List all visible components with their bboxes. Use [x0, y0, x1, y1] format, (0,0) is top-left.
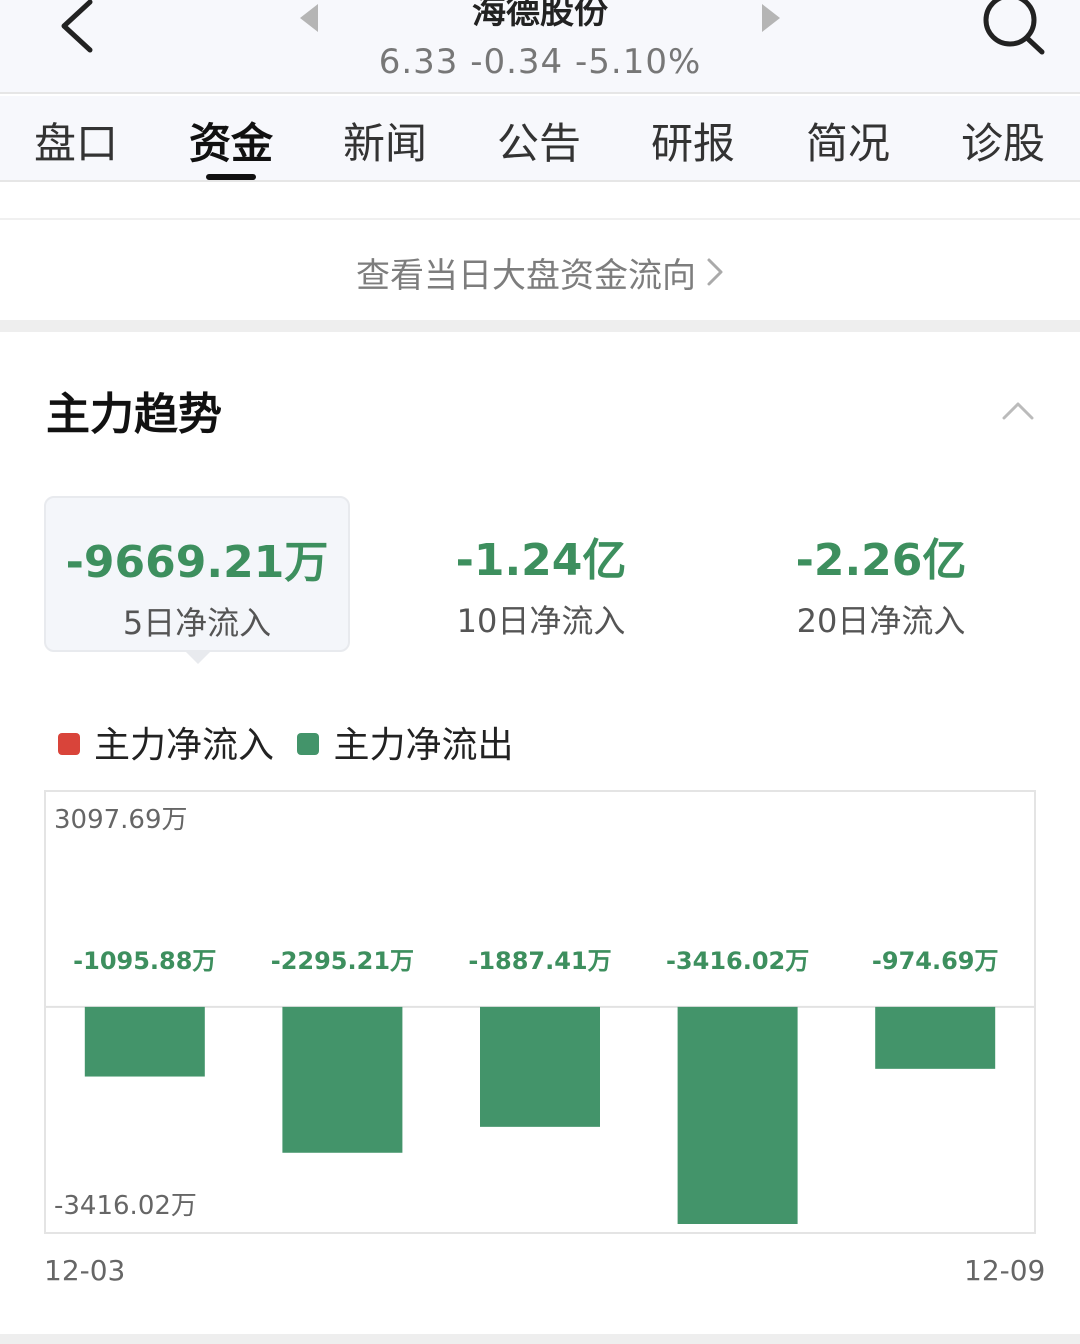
legend-outflow-swatch — [297, 733, 320, 755]
bar-value-label: -1095.88万 — [73, 947, 216, 975]
selected-metric-pointer — [184, 650, 212, 664]
tab-yanbao[interactable]: 研报 — [623, 110, 763, 171]
metric-5day[interactable]: -9669.21万 5日净流入 — [44, 496, 350, 652]
bar-value-label: -2295.21万 — [271, 947, 414, 975]
metric-5day-label: 5日净流入 — [122, 604, 272, 642]
y-axis-max-label: 3097.69万 — [54, 805, 188, 835]
bar-value-label: -1887.41万 — [468, 947, 611, 975]
bottom-divider — [0, 1334, 1080, 1344]
next-stock-arrow-icon[interactable] — [762, 4, 780, 32]
active-tab-indicator — [206, 174, 256, 180]
chevron-up-icon[interactable] — [1000, 394, 1036, 424]
metric-10day-label: 10日净流入 — [456, 602, 626, 640]
bar-value-label: -974.69万 — [872, 947, 999, 975]
metric-20day-label: 20日净流入 — [796, 602, 966, 640]
tab-zhengu[interactable]: 诊股 — [933, 110, 1073, 171]
main-force-chart: 3097.69万 -3416.02万 -1095.88万 -2295.21万 -1887… — [44, 790, 1036, 1234]
chart-bar — [677, 1006, 798, 1224]
section-title: 主力趋势 — [46, 389, 222, 440]
tab-gonggao[interactable]: 公告 — [469, 110, 609, 171]
metric-10day-value: -1.24亿 — [455, 535, 627, 586]
stock-name: 海德股份 — [472, 0, 608, 32]
chart-bar — [480, 1006, 600, 1127]
metric-20day[interactable]: -2.26亿 20日净流入 — [728, 496, 1034, 652]
metric-20day-value: -2.26亿 — [795, 535, 967, 586]
chevron-right-icon — [707, 258, 723, 286]
tab-bar: 盘口 资金 新闻 公告 研报 简况 诊股 — [0, 96, 1080, 182]
stock-quote: 6.33 -0.34 -5.10% — [378, 42, 702, 82]
tab-jiankuang[interactable]: 简况 — [778, 110, 918, 171]
chart-legend: 主力净流入 主力净流出 — [58, 716, 525, 768]
section-divider — [0, 320, 1080, 332]
legend-outflow: 主力净流出 — [297, 716, 513, 768]
bar-value-label: -3416.02万 — [666, 947, 809, 975]
tab-zijin[interactable]: 资金 — [161, 110, 301, 171]
x-axis-end-label: 12-09 — [964, 1254, 1046, 1287]
divider — [0, 184, 1080, 220]
legend-inflow-label: 主力净流入 — [94, 725, 275, 766]
chart-bar — [282, 1006, 403, 1153]
tab-pankou[interactable]: 盘口 — [6, 110, 146, 171]
market-flow-link[interactable]: 查看当日大盘资金流向 — [0, 222, 1080, 320]
metric-5day-value: -9669.21万 — [65, 537, 329, 588]
bar-chart-svg: 3097.69万 -3416.02万 -1095.88万 -2295.21万 -1887… — [46, 805, 1034, 1224]
legend-inflow-swatch — [58, 733, 80, 755]
tab-xinwen[interactable]: 新闻 — [315, 110, 455, 171]
x-axis-start-label: 12-03 — [44, 1254, 126, 1287]
market-flow-link-label: 查看当日大盘资金流向 — [356, 256, 696, 296]
metric-10day[interactable]: -1.24亿 10日净流入 — [388, 496, 694, 652]
y-axis-min-label: -3416.02万 — [54, 1191, 197, 1221]
search-icon[interactable] — [980, 0, 1050, 64]
chart-bar — [875, 1006, 996, 1069]
legend-inflow: 主力净流入 — [58, 716, 274, 768]
chart-bar — [84, 1006, 205, 1077]
stock-header: 海德股份 6.33 -0.34 -5.10% — [0, 0, 1080, 94]
legend-outflow-label: 主力净流出 — [333, 725, 514, 766]
